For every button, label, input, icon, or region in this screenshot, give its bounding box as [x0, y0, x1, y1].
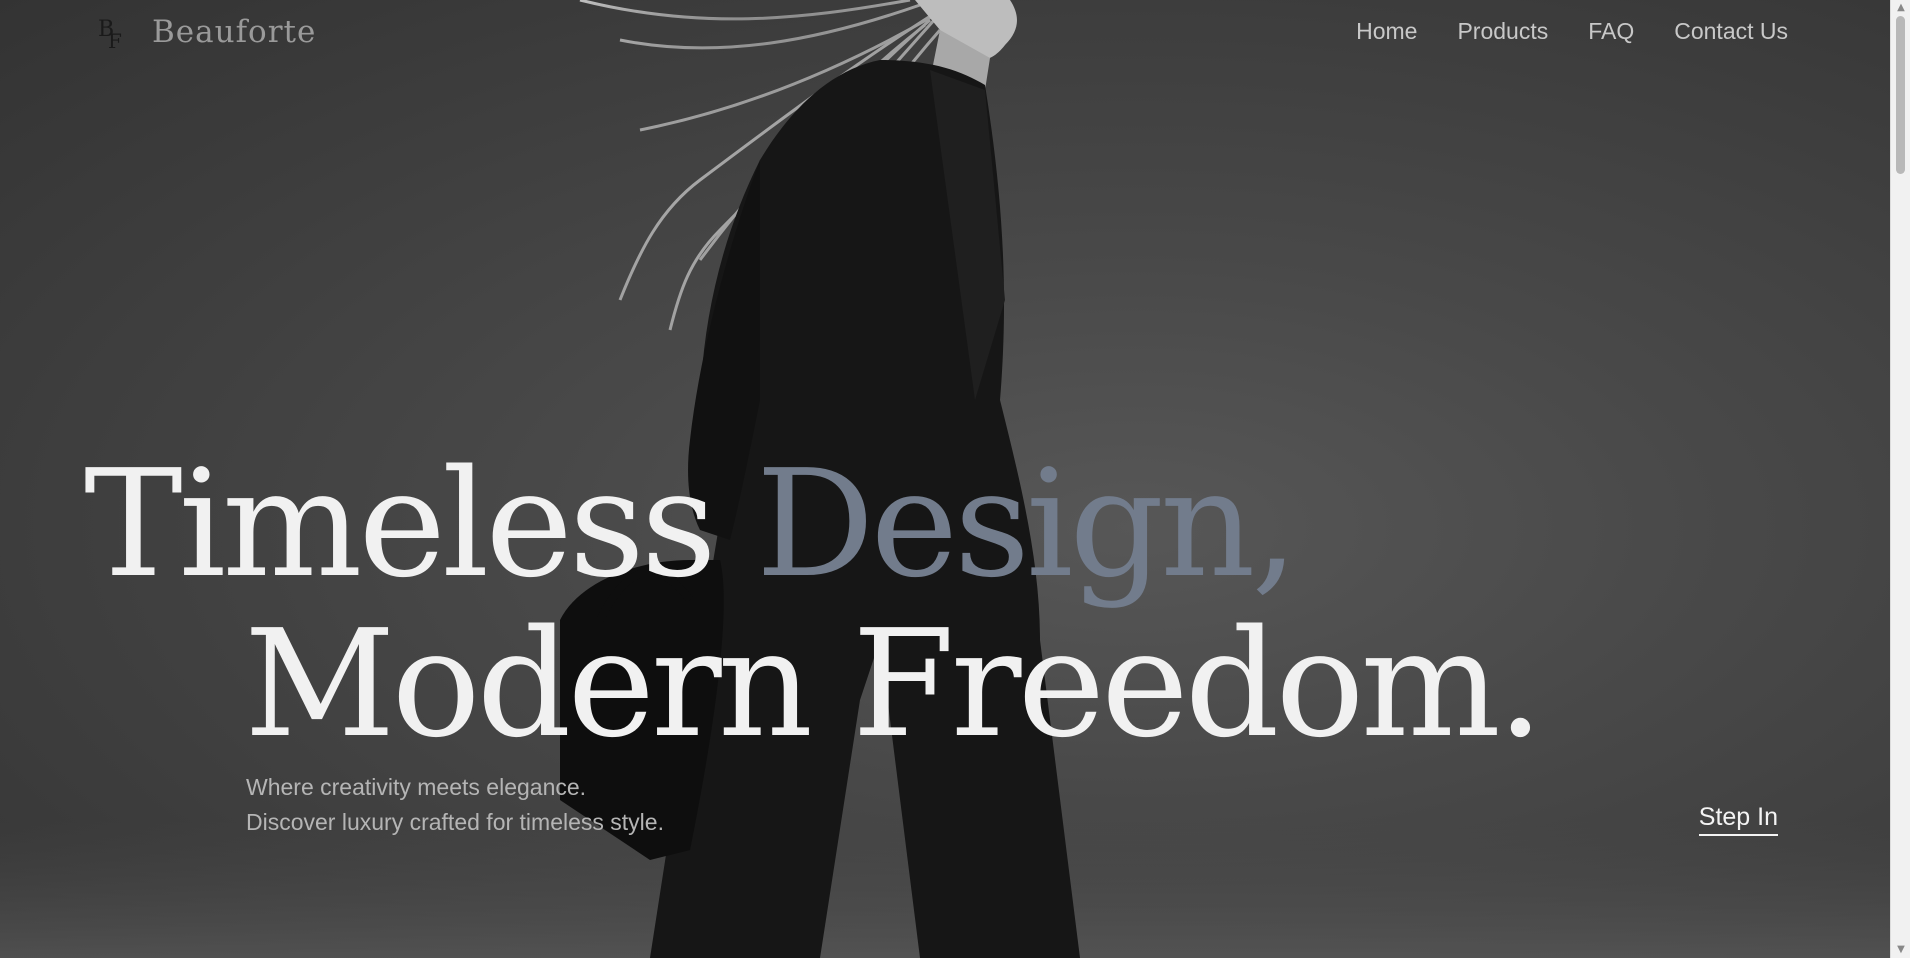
subtitle-line-2: Discover luxury crafted for timeless sty… — [246, 809, 664, 835]
brand-name: Beauforte — [152, 14, 317, 50]
headline-accent-design: Design, — [755, 438, 1299, 610]
monogram-icon: B F — [98, 17, 122, 50]
nav-faq[interactable]: FAQ — [1588, 18, 1634, 45]
hero-section: B F Beauforte Home Products FAQ Contact … — [0, 0, 1890, 958]
triangle-down-icon[interactable]: ▼ — [1895, 944, 1907, 956]
headline-line-1: Timeless Design, — [84, 450, 1298, 598]
nav-products[interactable]: Products — [1457, 18, 1548, 45]
nav-home[interactable]: Home — [1356, 18, 1417, 45]
scrollbar-thumb[interactable] — [1896, 16, 1905, 174]
main-nav: Home Products FAQ Contact Us — [1356, 18, 1788, 45]
subtitle-line-1: Where creativity meets elegance. — [246, 774, 587, 800]
hero-subtitle: Where creativity meets elegance. Discove… — [246, 770, 664, 840]
nav-contact-us[interactable]: Contact Us — [1674, 18, 1788, 45]
headline-line-2: Modern Freedom. — [244, 598, 1544, 770]
triangle-up-icon[interactable]: ▲ — [1895, 2, 1907, 14]
site-header: B F Beauforte Home Products FAQ Contact … — [0, 0, 1890, 70]
svg-text:F: F — [108, 29, 122, 50]
vertical-scrollbar[interactable]: ▲ ▼ — [1890, 0, 1910, 958]
brand-logo[interactable]: B F Beauforte — [98, 14, 316, 50]
step-in-button[interactable]: Step In — [1698, 803, 1778, 836]
headline-word-timeless: Timeless — [84, 438, 756, 610]
